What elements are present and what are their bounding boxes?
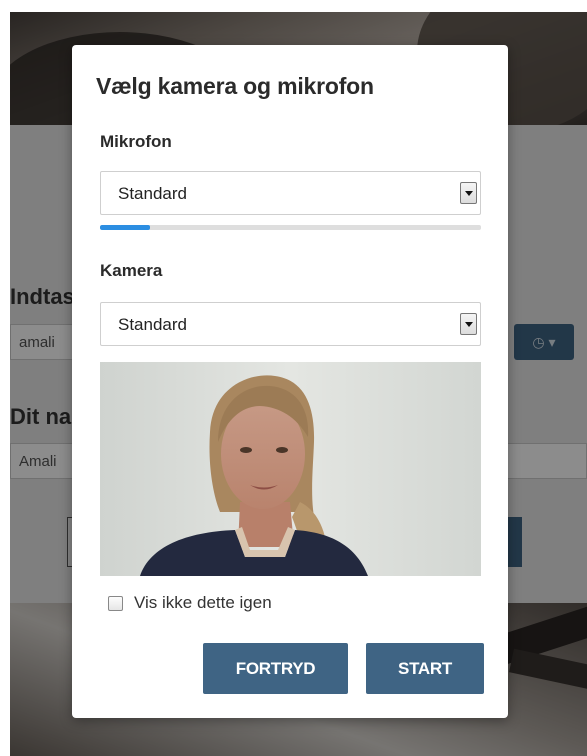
microphone-level-meter: [100, 225, 481, 230]
page-margin-left: [0, 0, 10, 756]
chevron-down-icon[interactable]: [460, 182, 477, 204]
dont-show-again-row[interactable]: Vis ikke dette igen: [108, 593, 272, 613]
camera-label: Kamera: [100, 261, 163, 280]
dont-show-again-checkbox[interactable]: [108, 595, 123, 611]
microphone-label: Mikrofon: [100, 132, 172, 151]
dont-show-again-label[interactable]: Vis ikke dette igen: [134, 593, 272, 613]
chevron-down-icon[interactable]: [460, 313, 477, 335]
device-select-dialog: Vælg kamera og mikrofon Mikrofon Standar…: [72, 45, 508, 718]
camera-preview-image: [100, 362, 481, 576]
dialog-title: Vælg kamera og mikrofon: [96, 73, 374, 99]
camera-select[interactable]: Standard: [100, 302, 481, 346]
camera-select-value: Standard: [118, 315, 187, 334]
microphone-level-fill: [100, 225, 150, 230]
microphone-select[interactable]: Standard: [100, 171, 481, 215]
page-margin-top: [0, 0, 587, 12]
start-button[interactable]: START: [366, 643, 484, 694]
cancel-button[interactable]: FORTRYD: [203, 643, 348, 694]
microphone-select-value: Standard: [118, 184, 187, 203]
camera-preview: [100, 362, 481, 576]
